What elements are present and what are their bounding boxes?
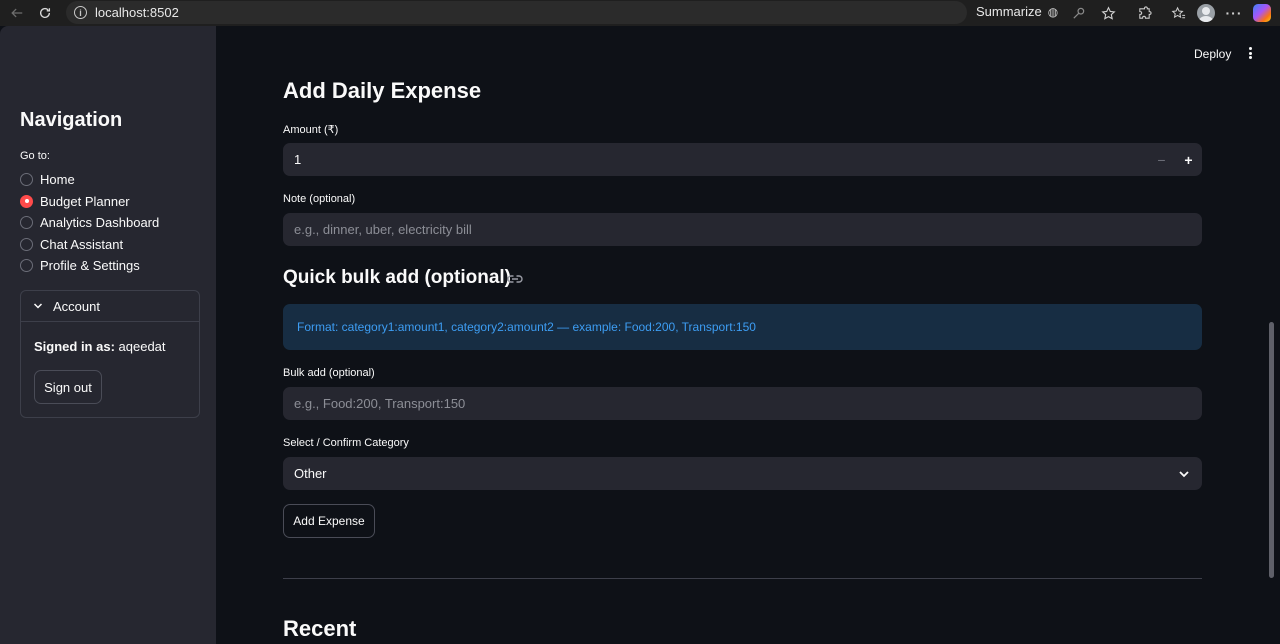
section-divider [283,578,1202,579]
main-menu-icon[interactable] [1244,45,1256,61]
category-selected-value: Other [294,466,327,481]
radio-selected-icon[interactable] [20,194,33,208]
profile-icon[interactable] [1192,0,1220,26]
bulk-add-heading: Quick bulk add (optional) [283,267,511,288]
bulk-format-info: Format: category1:amount1, category2:amo… [283,304,1202,350]
main-content: Deploy Add Daily Expense Amount (₹) 1 − … [216,26,1280,644]
decrement-icon[interactable]: − [1148,143,1175,176]
nav-option-label: Chat Assistant [40,236,124,252]
extensions-icon[interactable] [1130,0,1158,26]
chevron-down-icon [1179,471,1189,478]
browser-toolbar: i localhost:8502 Summarize ◍ ··· [0,0,1280,26]
nav-option-home[interactable]: Home [20,169,159,191]
signed-in-username: aqeedat [118,339,166,354]
radio-icon[interactable] [20,216,33,230]
sidebar-title: Navigation [20,109,123,131]
bulk-add-placeholder: e.g., Food:200, Transport:150 [294,396,466,411]
nav-option-label: Budget Planner [40,193,130,209]
reload-icon[interactable] [34,2,56,24]
note-placeholder: e.g., dinner, uber, electricity bill [294,222,472,237]
address-url: localhost:8502 [95,5,179,20]
account-header-label: Account [53,298,100,314]
site-info-icon[interactable]: i [74,6,87,19]
nav-option-label: Profile & Settings [40,258,140,274]
nav-option-label: Home [40,172,75,188]
amount-label: Amount (₹) [283,124,339,136]
address-bar[interactable]: i localhost:8502 [66,1,967,24]
copilot-icon[interactable] [1248,0,1276,26]
account-expander: Account Signed in as: aqeedat Sign out [20,290,200,418]
key-icon[interactable] [1064,0,1092,26]
nav-option-analytics-dashboard[interactable]: Analytics Dashboard [20,212,159,234]
deploy-button[interactable]: Deploy [1194,47,1231,61]
nav-option-label: Analytics Dashboard [40,215,160,231]
increment-icon[interactable]: + [1175,143,1202,176]
bulk-add-input[interactable]: e.g., Food:200, Transport:150 [283,387,1202,420]
nav-option-profile-settings[interactable]: Profile & Settings [20,255,159,277]
radio-icon[interactable] [20,173,33,187]
note-input[interactable]: e.g., dinner, uber, electricity bill [283,213,1202,246]
sidebar: Navigation Go to: Home Budget Planner An… [0,26,216,644]
summarize-label: Summarize [976,4,1042,19]
chevron-down-icon [33,303,43,309]
radio-icon[interactable] [20,237,33,251]
amount-value: 1 [294,152,302,167]
amount-input[interactable]: 1 − + [283,143,1202,176]
bulk-format-text: Format: category1:amount1, category2:amo… [297,320,756,334]
add-expense-button[interactable]: Add Expense [283,504,375,538]
category-select[interactable]: Other [283,457,1202,490]
back-icon[interactable] [6,2,28,24]
favorites-icon[interactable] [1164,0,1192,26]
page-title: Add Daily Expense [283,78,482,103]
summarize-button[interactable]: Summarize ◍ [976,4,1058,19]
category-label: Select / Confirm Category [283,437,409,449]
nav-option-budget-planner[interactable]: Budget Planner [20,191,159,213]
sign-out-button[interactable]: Sign out [34,370,102,404]
anchor-link-icon[interactable] [507,274,523,284]
signed-in-text: Signed in as: aqeedat [34,339,166,354]
account-expander-header[interactable]: Account [21,291,199,322]
note-label: Note (optional) [283,193,356,205]
recent-heading: Recent [283,616,357,641]
more-icon[interactable]: ··· [1220,0,1248,26]
radio-icon[interactable] [20,259,33,273]
nav-option-chat-assistant[interactable]: Chat Assistant [20,234,159,256]
bulk-add-label: Bulk add (optional) [283,367,375,379]
favorite-star-icon[interactable] [1094,0,1122,26]
signed-in-prefix: Signed in as: [34,339,115,354]
goto-label: Go to: [20,150,50,162]
navigation-radio-group: Home Budget Planner Analytics Dashboard … [20,169,159,277]
summarize-icon: ◍ [1047,4,1059,19]
amount-stepper: − + [1148,143,1202,176]
scrollbar[interactable] [1269,322,1274,578]
